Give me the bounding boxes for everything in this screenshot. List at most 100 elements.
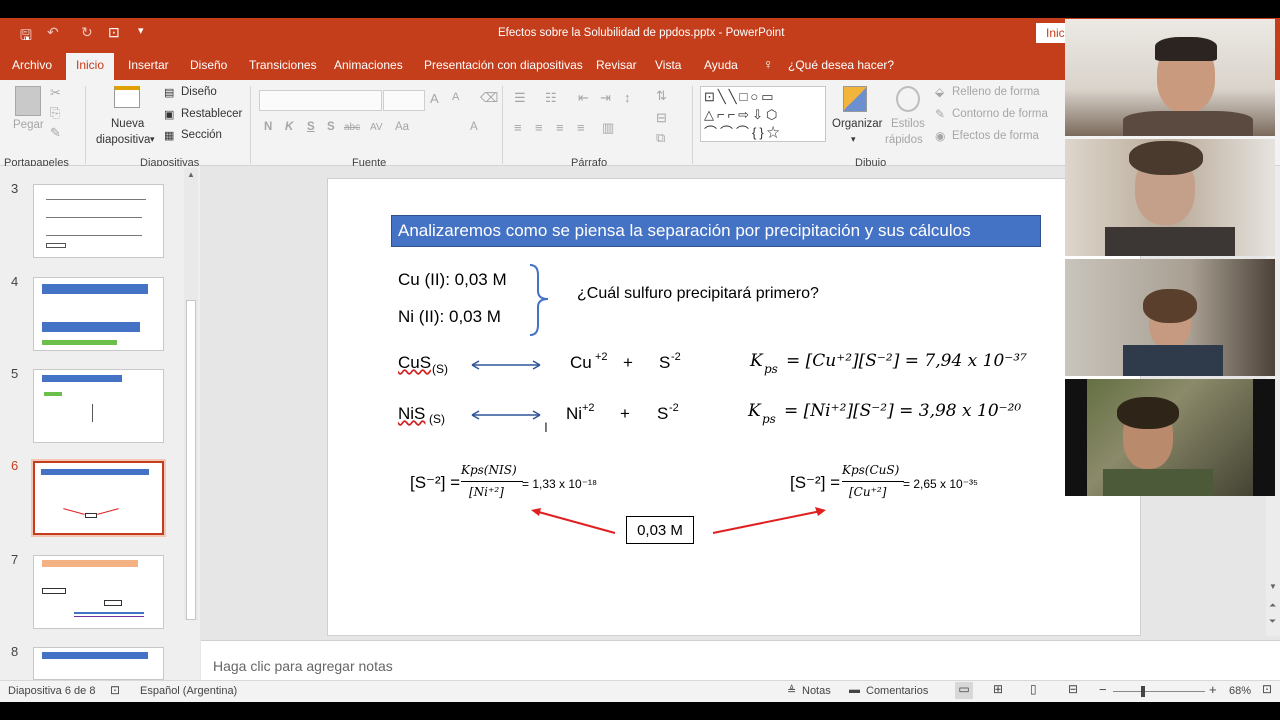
align-text-icon[interactable]: ⊟ <box>656 110 667 126</box>
scroll-up-icon[interactable]: ▲ <box>187 170 195 179</box>
tab-insertar[interactable]: Insertar <box>128 58 169 72</box>
justify-icon[interactable]: ≡ <box>577 120 585 135</box>
tab-diseno[interactable]: Diseño <box>190 58 227 72</box>
shape-fill-button[interactable]: Relleno de forma <box>952 86 1040 98</box>
font-size-select[interactable] <box>383 90 425 111</box>
new-slide-icon[interactable] <box>114 86 140 108</box>
underline-button[interactable]: S <box>307 121 315 133</box>
slide-thumbnail-8[interactable] <box>33 647 164 680</box>
zoom-slider-thumb[interactable] <box>1141 686 1145 697</box>
slideshow-icon[interactable]: ⊟ <box>1068 682 1078 696</box>
previous-slide-icon[interactable]: ⏶ <box>1269 600 1276 611</box>
fraction-denominator: [Ni⁺²] <box>469 485 504 499</box>
font-name-select[interactable] <box>259 90 382 111</box>
section-button[interactable]: Sección <box>181 129 222 141</box>
tab-inicio[interactable]: Inicio <box>66 53 115 80</box>
notes-button[interactable]: Notas <box>802 685 831 697</box>
notes-pane[interactable]: Haga clic para agregar notas <box>201 640 1280 680</box>
slide-thumbnail-7[interactable] <box>33 555 164 629</box>
format-painter-icon[interactable]: ✎ <box>50 125 61 141</box>
slide-thumbnail-3[interactable] <box>33 184 164 258</box>
arrange-button[interactable]: Organizar <box>832 118 883 130</box>
font-color-button[interactable]: A <box>470 121 478 133</box>
text-direction-icon[interactable]: ⇅ <box>656 88 667 104</box>
paste-icon[interactable] <box>15 86 41 116</box>
bullets-icon[interactable]: ☰ <box>514 90 526 106</box>
strikethrough-button[interactable]: abc <box>344 122 360 133</box>
italic-button[interactable]: K <box>285 121 293 133</box>
smartart-icon[interactable]: ⧉ <box>656 130 665 146</box>
slide-title[interactable]: Analizaremos como se piensa la separació… <box>391 215 1041 247</box>
tab-presentacion[interactable]: Presentación con diapositivas <box>424 58 583 72</box>
next-slide-icon[interactable]: ⏷ <box>1269 616 1276 627</box>
slide-sorter-icon[interactable]: ⊞ <box>993 682 1003 696</box>
align-left-icon[interactable]: ≡ <box>514 120 522 135</box>
shape-outline-button[interactable]: Contorno de forma <box>952 108 1048 120</box>
new-slide-label[interactable]: Nueva <box>111 118 144 130</box>
tell-me-box[interactable]: ¿Qué desea hacer? <box>788 58 894 72</box>
line-spacing-icon[interactable]: ↕ <box>624 90 631 105</box>
start-slideshow-icon[interactable]: ⊡ <box>108 24 120 41</box>
scrollbar-thumb[interactable] <box>186 300 196 620</box>
thumbnails-scrollbar[interactable]: ▲ <box>184 168 198 620</box>
fit-slide-icon[interactable]: ⊡ <box>1262 682 1272 696</box>
layout-button[interactable]: Diseño <box>181 86 217 98</box>
chevron-down-icon[interactable]: ▾ <box>851 134 856 145</box>
tab-animaciones[interactable]: Animaciones <box>334 58 403 72</box>
increase-indent-icon[interactable]: ⇥ <box>600 90 611 106</box>
tab-revisar[interactable]: Revisar <box>596 58 637 72</box>
grow-font-icon[interactable]: A <box>430 91 439 106</box>
bold-button[interactable]: N <box>264 121 272 133</box>
reading-view-icon[interactable]: ▯ <box>1030 682 1037 696</box>
slide-thumbnail-6-selected[interactable] <box>31 459 166 537</box>
columns-icon[interactable]: ▥ <box>602 120 614 136</box>
thumb-number: 4 <box>11 274 19 289</box>
zoom-level[interactable]: 68% <box>1229 685 1251 697</box>
shape-effects-button[interactable]: Efectos de forma <box>952 130 1039 142</box>
notes-placeholder[interactable]: Haga clic para agregar notas <box>213 658 393 674</box>
spelling-icon[interactable]: ⊡ <box>110 683 120 697</box>
normal-view-icon[interactable]: ▭ <box>955 682 973 699</box>
clear-format-icon[interactable]: ⌫ <box>480 90 498 106</box>
quick-styles-icon[interactable] <box>896 86 920 112</box>
tab-transiciones[interactable]: Transiciones <box>249 58 317 72</box>
align-right-icon[interactable]: ≡ <box>556 120 564 135</box>
ni-ion: Ni <box>566 404 583 423</box>
save-icon[interactable]: 🖫 <box>20 25 32 49</box>
quick-styles-button[interactable]: rápidos <box>885 134 923 146</box>
zoom-in-button[interactable]: + <box>1209 682 1217 697</box>
numbering-icon[interactable]: ☷ <box>545 90 557 106</box>
redo-icon[interactable]: ↻ <box>81 24 93 41</box>
slide-canvas[interactable]: Analizaremos como se piensa la separació… <box>327 178 1141 636</box>
arrange-icon[interactable] <box>843 86 867 112</box>
zoom-out-button[interactable]: − <box>1099 682 1107 697</box>
paste-button[interactable]: Pegar <box>13 119 44 131</box>
slide-thumbnail-4[interactable] <box>33 277 164 351</box>
align-center-icon[interactable]: ≡ <box>535 120 543 135</box>
zoom-slider[interactable] <box>1113 691 1205 692</box>
change-case-button[interactable]: Aa <box>395 121 409 133</box>
thumb-number: 6 <box>11 458 19 473</box>
comments-button[interactable]: Comentarios <box>866 685 928 697</box>
customize-toolbar-icon[interactable]: ▾ <box>138 24 144 37</box>
video-participant-2 <box>1065 139 1275 256</box>
tab-archivo[interactable]: Archivo <box>12 58 52 72</box>
cut-icon[interactable]: ✂ <box>50 85 61 101</box>
tab-vista[interactable]: Vista <box>655 58 681 72</box>
scroll-down-icon[interactable]: ▼ <box>1269 582 1277 591</box>
undo-icon[interactable]: ↶ <box>47 24 59 41</box>
shapes-gallery[interactable]: ⊡╲╲□○▭ △⌐⌐⇨⇩⬡ ⌒⌒⌒{}☆ <box>700 86 826 142</box>
tab-ayuda[interactable]: Ayuda <box>704 58 738 72</box>
new-slide-button[interactable]: diapositiva <box>96 134 150 146</box>
reset-button[interactable]: Restablecer <box>181 108 242 120</box>
slide-thumbnail-5[interactable] <box>33 369 164 443</box>
decrease-indent-icon[interactable]: ⇤ <box>578 90 589 106</box>
spacing-button[interactable]: AV <box>370 122 383 133</box>
chevron-down-icon[interactable]: ▾ <box>150 134 155 145</box>
language-status[interactable]: Español (Argentina) <box>140 685 237 697</box>
shrink-font-icon[interactable]: A <box>452 91 459 103</box>
sign-in-button[interactable]: Inic <box>1036 23 1066 43</box>
copy-icon[interactable]: ⎘ <box>50 105 60 121</box>
quick-styles-label[interactable]: Estilos <box>891 118 925 130</box>
shadow-button[interactable]: S <box>327 121 335 133</box>
